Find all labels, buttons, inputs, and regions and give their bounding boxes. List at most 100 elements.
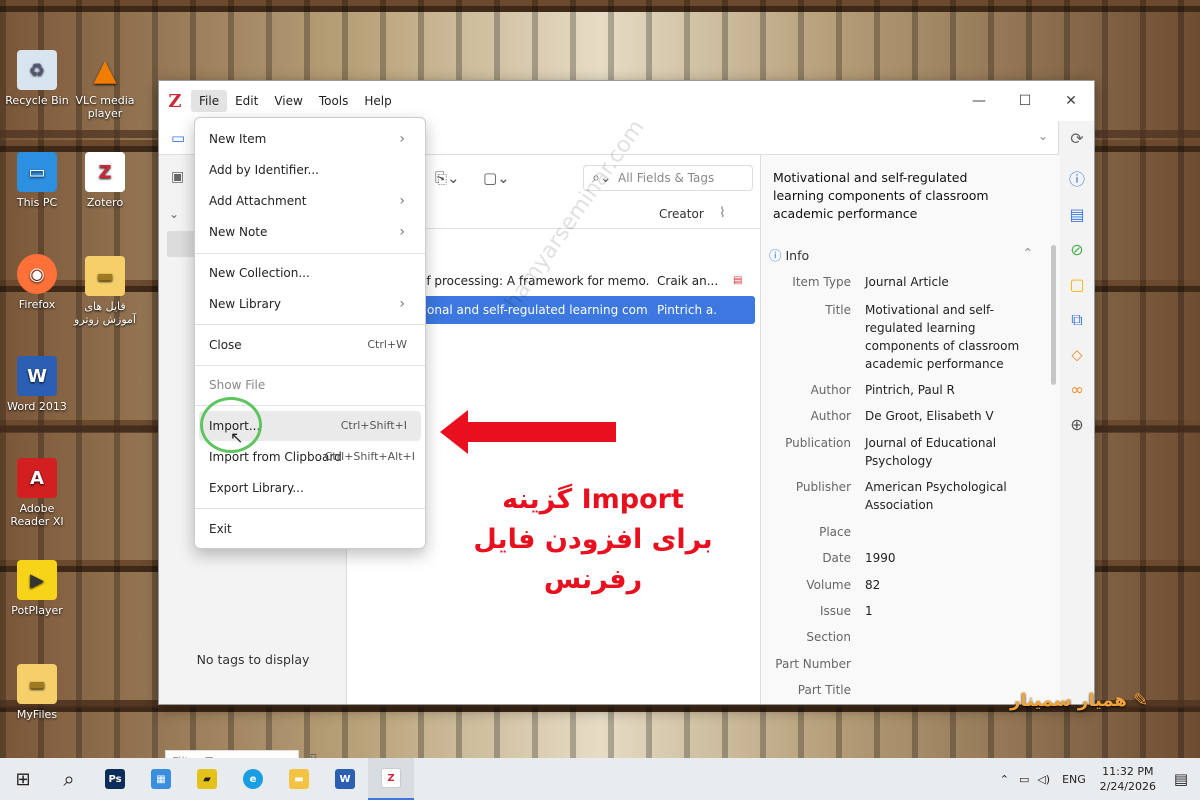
desktop-icon-this-pc[interactable]: ▭ This PC	[0, 152, 74, 209]
taskbar-word[interactable]: W	[322, 758, 368, 800]
edge-icon: e	[243, 769, 263, 789]
taskbar-control-panel[interactable]: ▦	[138, 758, 184, 800]
attachments-icon[interactable]: ⊘	[1059, 232, 1095, 267]
menu-exit[interactable]: Exit	[199, 514, 421, 544]
search-button[interactable]: ⌕	[46, 758, 92, 800]
libraries-collections-icon[interactable]: ⧉	[1059, 302, 1095, 337]
taskbar-zotero[interactable]: Z	[368, 758, 414, 800]
menu-help[interactable]: Help	[356, 90, 399, 112]
word-icon: W	[335, 769, 355, 789]
maximize-button[interactable]: ☐	[1002, 81, 1048, 121]
taskbar-photoshop[interactable]: Ps	[92, 758, 138, 800]
menu-new-collection[interactable]: New Collection...	[199, 258, 421, 288]
chevron-right-icon: ›	[399, 131, 405, 147]
abstract-icon[interactable]: ▤	[1059, 197, 1095, 232]
new-note-icon[interactable]: ▢⌄	[483, 169, 510, 187]
vlc-cone-icon: ▲	[93, 52, 117, 88]
menu-edit[interactable]: Edit	[227, 90, 266, 112]
potplayer-icon: ▶	[17, 560, 57, 600]
item-title-header: Motivational and self-regulated learning…	[773, 170, 989, 221]
app-icon: ▰	[197, 769, 217, 789]
taskbar-app[interactable]: ▰	[184, 758, 230, 800]
folder-icon: ▬	[17, 664, 57, 704]
notes-icon[interactable]: ▢	[1059, 267, 1095, 302]
info-icon[interactable]: ⓘ	[1059, 162, 1095, 197]
info-section-header[interactable]: ⓘ Info ⌃	[769, 245, 1049, 264]
close-button[interactable]: ✕	[1048, 81, 1094, 121]
chevron-right-icon: ›	[399, 193, 405, 209]
pdf-icon: ▤	[733, 275, 743, 286]
search-icon: ⌕	[63, 767, 75, 791]
scrollbar[interactable]	[1051, 245, 1056, 385]
language-indicator[interactable]: ENG	[1054, 773, 1094, 786]
chevron-right-icon: ›	[399, 296, 405, 312]
desktop-icon-potplayer[interactable]: ▶ PotPlayer	[0, 560, 74, 617]
notifications-icon[interactable]: ▤	[1162, 770, 1200, 788]
volume-icon[interactable]: ◁)	[1033, 773, 1054, 786]
menu-view[interactable]: View	[266, 90, 310, 112]
control-panel-icon: ▦	[151, 769, 171, 789]
info-section-icon: ⓘ	[769, 248, 782, 263]
desktop-icon-zotero[interactable]: Z Zotero	[68, 152, 142, 209]
sync-icon[interactable]: ⟳	[1059, 121, 1095, 156]
brand-logo: همیار سمینار ✎	[1010, 690, 1149, 711]
tags-icon[interactable]: ⬦	[1059, 337, 1095, 372]
taskbar-edge[interactable]: e	[230, 758, 276, 800]
menu-separator	[195, 253, 425, 254]
firefox-icon: ◉	[17, 254, 57, 294]
network-icon[interactable]: ▭	[1015, 773, 1033, 786]
menu-export-library[interactable]: Export Library...	[199, 473, 421, 503]
item-pane-sidenav: ⟳ ⓘ ▤ ⊘ ▢ ⧉ ⬦ ∞ ⊕	[1058, 121, 1094, 704]
title-bar: Z File Edit View Tools Help — ☐ ✕	[159, 81, 1094, 121]
windows-icon: ⊞	[15, 768, 31, 790]
locate-icon[interactable]: ⊕	[1059, 407, 1095, 442]
menu-show-file: Show File	[209, 378, 266, 392]
attachment-column-icon[interactable]: ⌇	[719, 205, 726, 221]
menu-new-note[interactable]: New Note ›	[199, 217, 421, 247]
word-icon: W	[17, 356, 57, 396]
desktop-icon-folder-tutorials[interactable]: ▬ فایل های آموزش زوترو	[68, 256, 142, 326]
annotation-text: گزینه Import برای افزودن فایل رفرنس	[473, 484, 713, 595]
clock[interactable]: 11:32 PM 2/24/2026	[1094, 764, 1162, 794]
desktop-icon-recycle-bin[interactable]: ♻ Recycle Bin	[0, 50, 74, 107]
menu-new-item[interactable]: New Item ›	[199, 124, 421, 154]
menu-add-attachment[interactable]: Add Attachment ›	[199, 186, 421, 216]
related-icon[interactable]: ∞	[1059, 372, 1095, 407]
start-button[interactable]: ⊞	[0, 758, 46, 800]
chevron-up-icon[interactable]: ⌃	[994, 773, 1015, 786]
desktop-icon-myfiles[interactable]: ▬ MyFiles	[0, 664, 74, 721]
desktop-icon-firefox[interactable]: ◉ Firefox	[0, 254, 74, 311]
feather-icon: ✎	[1133, 690, 1149, 711]
menu-new-library[interactable]: New Library ›	[199, 289, 421, 319]
computer-icon: ▭	[17, 152, 57, 192]
menu-separator	[195, 324, 425, 325]
collection-folder-icon[interactable]: ▭	[171, 129, 185, 147]
menu-separator	[195, 365, 425, 366]
collapse-icon[interactable]: ⌃	[1023, 245, 1033, 260]
new-collection-icon[interactable]: ▣	[171, 169, 184, 185]
folder-icon: ▬	[85, 256, 125, 296]
chevron-down-icon[interactable]: ⌄	[1038, 129, 1048, 143]
no-tags-message: No tags to display	[196, 652, 310, 667]
zotero-icon: Z	[85, 152, 125, 192]
red-arrow-icon	[440, 410, 616, 454]
expand-icon[interactable]: ⌄	[169, 207, 179, 221]
desktop-icon-vlc[interactable]: ▲ VLC media player	[68, 50, 142, 121]
library-row-selected[interactable]	[167, 231, 197, 257]
minimize-button[interactable]: —	[956, 81, 1002, 121]
taskbar: ⊞ ⌕ Ps ▦ ▰ e ▬ W Z ⌃ ▭ ◁) ENG 11:32 PM 2…	[0, 758, 1200, 800]
menu-add-by-identifier[interactable]: Add by Identifier...	[199, 155, 421, 185]
menu-file[interactable]: File	[191, 90, 228, 112]
desktop-icon-adobe-reader[interactable]: A Adobe Reader XI	[0, 458, 74, 528]
add-attachment-icon[interactable]: ⎘⌄	[435, 169, 460, 187]
menu-tools[interactable]: Tools	[311, 90, 357, 112]
photoshop-icon: Ps	[105, 769, 125, 789]
column-creator[interactable]: Creator	[659, 207, 704, 221]
menu-close[interactable]: Close Ctrl+W	[199, 330, 421, 360]
zotero-logo: Z	[168, 90, 182, 112]
adobe-reader-icon: A	[17, 458, 57, 498]
taskbar-file-explorer[interactable]: ▬	[276, 758, 322, 800]
system-tray: ⌃ ▭ ◁) ENG 11:32 PM 2/24/2026 ▤	[994, 758, 1200, 800]
desktop-icon-word[interactable]: W Word 2013	[0, 356, 74, 413]
mouse-cursor-icon: ↖	[230, 428, 244, 447]
